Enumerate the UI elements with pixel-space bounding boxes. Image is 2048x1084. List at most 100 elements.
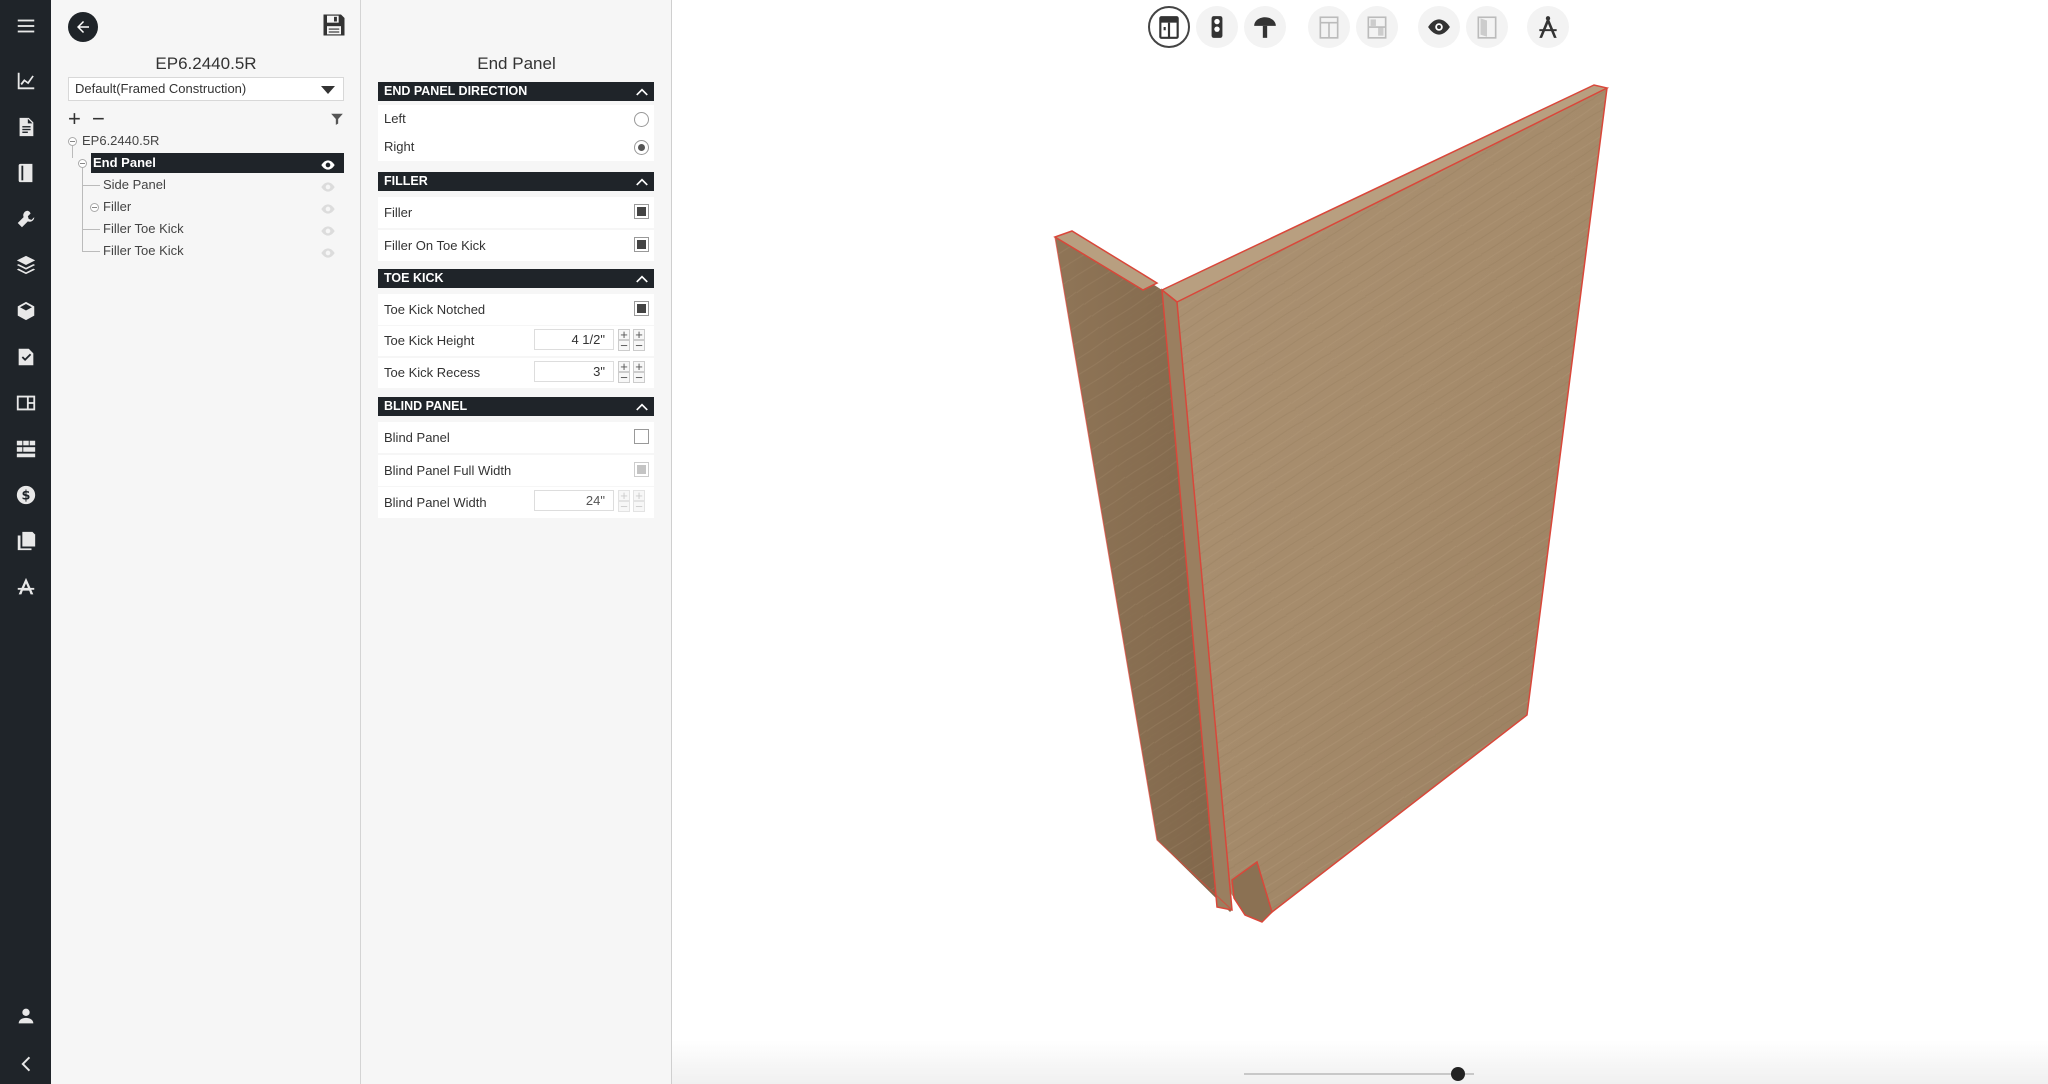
decrement-button[interactable]: − — [633, 339, 645, 352]
collapse-toggle-icon[interactable] — [68, 137, 77, 146]
tree-node-label: Filler — [103, 199, 132, 214]
toe-kick-height-label: Toe Kick Height — [384, 333, 475, 348]
coarse-stepper: + − — [618, 360, 630, 384]
tools-icon[interactable] — [0, 199, 51, 239]
filler-toe-kick-row[interactable]: Filler On Toe Kick — [378, 230, 654, 261]
blind-panel-width-input[interactable] — [534, 490, 614, 511]
toe-kick-notched-checkbox[interactable] — [634, 301, 649, 316]
zoom-slider-handle[interactable] — [1450, 1067, 1465, 1081]
3d-viewport[interactable] — [672, 0, 2048, 1084]
filler-row[interactable]: Filler — [378, 197, 654, 228]
layout-icon[interactable] — [0, 383, 51, 423]
grid-icon[interactable] — [0, 429, 51, 469]
tree-line — [82, 185, 100, 186]
floppy-disk-icon — [323, 14, 345, 36]
expand-toggle-icon[interactable] — [90, 203, 99, 212]
zoom-slider-track[interactable] — [1244, 1073, 1474, 1075]
tree-line — [82, 168, 83, 251]
floor-shadow — [672, 1040, 2048, 1084]
tree-node-filler-toe-kick[interactable]: Filler Toe Kick — [103, 241, 344, 261]
toe-kick-notched-row[interactable]: Toe Kick Notched — [378, 294, 654, 325]
user-icon[interactable] — [0, 996, 51, 1036]
decrement-button[interactable]: − — [618, 500, 630, 513]
save-button[interactable] — [320, 11, 348, 39]
blind-panel-label: Blind Panel — [384, 430, 450, 445]
decrement-button[interactable]: − — [633, 371, 645, 384]
chevron-down-icon — [321, 86, 335, 94]
menu-icon[interactable] — [0, 6, 51, 46]
fine-stepper: + − — [633, 489, 645, 513]
toe-kick-recess-input[interactable] — [534, 361, 614, 382]
tree-node-filler[interactable]: Filler — [103, 197, 344, 217]
chevron-up-icon — [635, 175, 649, 194]
tree-node-label: Filler Toe Kick — [103, 243, 184, 258]
eye-off-icon[interactable] — [320, 201, 336, 221]
blind-panel-full-width-label: Blind Panel Full Width — [384, 463, 512, 478]
tree-line — [82, 229, 100, 230]
catalog-icon[interactable] — [0, 337, 51, 377]
document-icon[interactable] — [0, 107, 51, 147]
toe-kick-recess-label: Toe Kick Recess — [384, 365, 481, 380]
expand-all-icon[interactable]: + — [68, 108, 81, 130]
collapse-all-icon[interactable]: − — [92, 108, 105, 130]
blind-panel-full-width-checkbox[interactable] — [634, 462, 649, 477]
cube-icon[interactable] — [0, 291, 51, 331]
section-title: END PANEL DIRECTION — [384, 84, 528, 98]
arrow-left-icon — [77, 21, 89, 33]
toe-kick-height-input[interactable] — [534, 329, 614, 350]
toe-kick-notched-label: Toe Kick Notched — [384, 302, 486, 317]
coarse-stepper: + − — [618, 328, 630, 352]
section-title: TOE KICK — [384, 271, 444, 285]
decrement-button[interactable]: − — [618, 371, 630, 384]
section-header-toe-kick[interactable]: TOE KICK — [378, 269, 654, 288]
collapse-icon[interactable] — [0, 1044, 51, 1084]
tree-node-end-panel[interactable]: End Panel — [91, 153, 344, 173]
structure-tree-panel: EP6.2440.5R Default(Framed Construction)… — [51, 0, 361, 1084]
blind-panel-row[interactable]: Blind Panel — [378, 422, 654, 453]
app-nav-rail: $ — [0, 0, 51, 1084]
toe-kick-recess-row: Toe Kick Recess + − + − — [378, 358, 654, 388]
dollar-icon[interactable]: $ — [0, 475, 51, 515]
collapse-toggle-icon[interactable] — [78, 159, 87, 168]
tree-node-filler-toe-kick[interactable]: Filler Toe Kick — [103, 219, 344, 239]
drafting-icon[interactable] — [0, 567, 51, 607]
section-header-blind-panel[interactable]: BLIND PANEL — [378, 397, 654, 416]
back-button[interactable] — [68, 12, 98, 42]
filler-on-toe-kick-checkbox[interactable] — [634, 237, 649, 252]
chevron-up-icon — [635, 272, 649, 291]
direction-right-label: Right — [384, 139, 415, 154]
tree-node-label: Side Panel — [103, 177, 166, 192]
decrement-button[interactable]: − — [633, 500, 645, 513]
tree-node-side-panel[interactable]: Side Panel — [103, 175, 344, 195]
construction-preset-select[interactable]: Default(Framed Construction) — [68, 77, 344, 101]
fine-stepper: + − — [633, 328, 645, 352]
direction-left-row[interactable]: Left — [378, 105, 654, 133]
copy-icon[interactable] — [0, 521, 51, 561]
blind-panel-full-width-row[interactable]: Blind Panel Full Width — [378, 455, 654, 486]
blind-panel-checkbox[interactable] — [634, 429, 649, 444]
tree-line — [72, 146, 73, 158]
section-title: BLIND PANEL — [384, 399, 468, 413]
section-header-filler[interactable]: FILLER — [378, 172, 654, 191]
layers-icon[interactable] — [0, 245, 51, 285]
filler-on-toe-kick-label: Filler On Toe Kick — [384, 238, 486, 253]
svg-text:$: $ — [21, 489, 30, 504]
direction-right-row[interactable]: Right — [378, 133, 654, 161]
filler-checkbox[interactable] — [634, 204, 649, 219]
eye-off-icon[interactable] — [320, 223, 336, 243]
decrement-button[interactable]: − — [618, 339, 630, 352]
eye-off-icon[interactable] — [320, 245, 336, 265]
filter-icon[interactable] — [330, 112, 344, 131]
chart-icon[interactable] — [0, 61, 51, 101]
tree-toolbar: + − — [68, 108, 348, 131]
coarse-stepper: + − — [618, 489, 630, 513]
direction-right-radio[interactable] — [634, 140, 649, 155]
book-icon[interactable] — [0, 153, 51, 193]
eye-icon[interactable] — [320, 157, 336, 177]
direction-left-radio[interactable] — [634, 112, 649, 127]
section-header-end-panel-direction[interactable]: END PANEL DIRECTION — [378, 82, 654, 101]
tree-root-node[interactable]: EP6.2440.5R — [82, 131, 282, 151]
chevron-up-icon — [635, 400, 649, 419]
preset-value: Default(Framed Construction) — [75, 81, 247, 96]
eye-off-icon[interactable] — [320, 179, 336, 199]
